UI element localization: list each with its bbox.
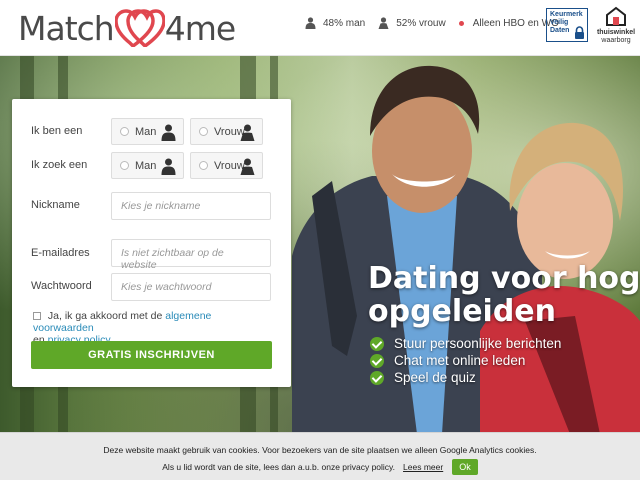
seeking-label: Ik zoek een bbox=[31, 159, 88, 171]
badge2-line1: thuiswinkel bbox=[596, 29, 636, 36]
email-label: E-mailadres bbox=[31, 247, 90, 259]
read-more-link[interactable]: Lees meer bbox=[403, 462, 443, 472]
feature-item: Speel de quiz bbox=[370, 369, 561, 386]
site-logo[interactable]: Match 4me bbox=[18, 8, 236, 48]
nickname-input[interactable]: Kies je nickname bbox=[111, 192, 271, 220]
stats-bar: 48% man 52% vrouw Alleen HBO en WO bbox=[305, 17, 572, 29]
man-icon bbox=[305, 17, 316, 29]
feature-label: Stuur persoonlijke berichten bbox=[394, 336, 562, 351]
stat-women-label: 52% vrouw bbox=[396, 17, 446, 29]
tagline-line1: Dating voor hoger bbox=[368, 261, 640, 296]
seeking-vrouw-option[interactable]: Vrouw bbox=[190, 152, 263, 179]
agree-prefix: Ja, ik ga akkoord met de bbox=[47, 310, 163, 322]
cookie-ok-button[interactable]: Ok bbox=[452, 459, 478, 475]
password-input[interactable]: Kies je wachtwoord bbox=[111, 273, 271, 301]
heart-logo-icon bbox=[114, 9, 165, 47]
house-icon bbox=[606, 6, 626, 26]
hero-tagline: Dating voor hoger opgeleiden bbox=[368, 262, 640, 328]
stat-men-label: 48% man bbox=[323, 17, 366, 29]
radio-button[interactable] bbox=[199, 127, 208, 136]
lock-icon bbox=[575, 26, 584, 39]
password-label: Wachtwoord bbox=[31, 280, 92, 292]
feature-item: Chat met online leden bbox=[370, 352, 561, 369]
signup-button[interactable]: GRATIS INSCHRIJVEN bbox=[31, 341, 272, 369]
feature-item: Stuur persoonlijke berichten bbox=[370, 335, 561, 352]
woman-icon bbox=[240, 158, 255, 175]
badge1-line1: Keurmerk bbox=[550, 11, 583, 18]
man-option-label: Man bbox=[135, 159, 157, 172]
signup-form: Ik ben een Man Vrouw Ik zoek een Man Vro… bbox=[12, 99, 291, 387]
stat-men: 48% man bbox=[305, 17, 365, 29]
woman-icon bbox=[378, 17, 389, 29]
gender-vrouw-option[interactable]: Vrouw bbox=[190, 118, 263, 145]
stat-education: Alleen HBO en WO bbox=[458, 18, 559, 29]
check-icon bbox=[370, 370, 384, 385]
radio-button[interactable] bbox=[120, 127, 129, 136]
cookie-text-line1: Deze website maakt gebruik van cookies. … bbox=[103, 445, 537, 455]
feature-label: Speel de quiz bbox=[394, 370, 476, 385]
radio-button[interactable] bbox=[120, 161, 129, 170]
logo-text-right: 4me bbox=[164, 8, 236, 48]
gender-label: Ik ben een bbox=[31, 125, 83, 137]
check-icon bbox=[370, 353, 384, 368]
check-icon bbox=[370, 336, 384, 351]
terms-checkbox[interactable] bbox=[33, 312, 41, 320]
cookie-text-line2-row: Als u lid wordt van de site, lees dan a.… bbox=[0, 459, 640, 475]
man-icon bbox=[161, 124, 176, 141]
feature-list: Stuur persoonlijke berichten Chat met on… bbox=[370, 335, 561, 386]
nickname-label: Nickname bbox=[31, 199, 80, 211]
man-option-label: Man bbox=[135, 125, 157, 138]
dot-icon bbox=[458, 20, 464, 26]
stat-women: 52% vrouw bbox=[378, 17, 446, 29]
man-icon bbox=[161, 158, 176, 175]
thuiswinkel-badge[interactable]: thuiswinkel waarborg bbox=[596, 6, 636, 45]
seeking-man-option[interactable]: Man bbox=[111, 152, 184, 179]
cookie-text-line2: Als u lid wordt van de site, lees dan a.… bbox=[162, 462, 396, 472]
site-header: Match 4me 48% man 52% vrouw Alleen HBO e… bbox=[0, 0, 640, 56]
woman-icon bbox=[240, 124, 255, 141]
keurmerk-badge[interactable]: Keurmerk Veilig Daten bbox=[546, 8, 588, 42]
logo-text-left: Match bbox=[18, 8, 115, 48]
feature-label: Chat met online leden bbox=[394, 353, 526, 368]
tagline-line2: opgeleiden bbox=[368, 294, 556, 329]
gender-man-option[interactable]: Man bbox=[111, 118, 184, 145]
badge2-line2: waarborg bbox=[601, 37, 631, 44]
email-input[interactable]: Is niet zichtbaar op de website bbox=[111, 239, 271, 271]
cookie-banner: Deze website maakt gebruik van cookies. … bbox=[0, 432, 640, 480]
radio-button[interactable] bbox=[199, 161, 208, 170]
